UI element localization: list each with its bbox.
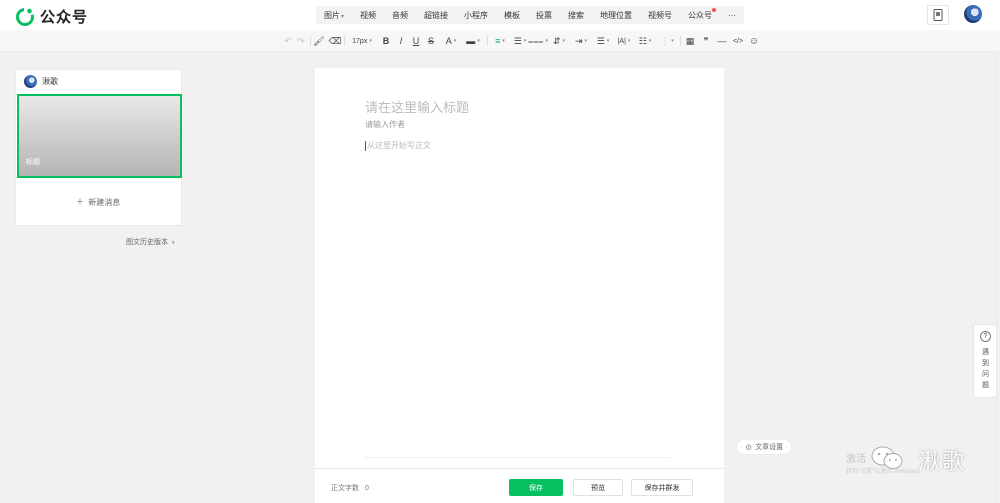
history-versions-link[interactable]: 图文历史版本 ▾: [126, 237, 175, 247]
chevron-down-icon: ▾: [369, 38, 372, 44]
clear-format-icon[interactable]: ⌫: [329, 34, 342, 48]
background-color-button[interactable]: ▬ ▾: [465, 34, 481, 48]
author-input[interactable]: 请输入作者: [365, 119, 405, 130]
underline-button[interactable]: U: [412, 34, 420, 48]
article-cover-card[interactable]: 标题: [17, 94, 182, 178]
align-button[interactable]: ≡ ▾: [493, 34, 507, 48]
insert-official-account[interactable]: 公众号: [680, 7, 720, 21]
save-button[interactable]: 保存: [509, 479, 563, 496]
preview-button[interactable]: 预览: [573, 479, 623, 496]
paragraph-format-button[interactable]: ☰ ▾: [596, 34, 610, 48]
format-painter-icon[interactable]: 🖌: [313, 34, 324, 48]
strikethrough-button[interactable]: S: [427, 34, 435, 48]
indent-button[interactable]: ☰ ▾: [513, 34, 527, 48]
chevron-down-icon: ▾: [477, 38, 480, 44]
redo-icon[interactable]: ↷: [296, 34, 306, 48]
windows-activation-text: 激活: [846, 454, 866, 465]
toolbar-divider: [310, 36, 311, 46]
brand-name: 公众号: [40, 9, 89, 26]
chevron-down-icon: ▾: [584, 38, 588, 44]
horizontal-rule-icon[interactable]: —: [717, 34, 727, 48]
more-menu-button[interactable]: ···: [720, 11, 744, 20]
body-editor[interactable]: 从这里开始写正文: [365, 140, 431, 151]
insert-video[interactable]: 视频: [352, 10, 384, 21]
unordered-list-button[interactable]: ☷ ▾: [638, 34, 652, 48]
user-avatar[interactable]: [964, 5, 982, 23]
insert-template[interactable]: 模板: [496, 10, 528, 21]
code-icon[interactable]: </>: [732, 34, 744, 48]
letter-spacing-button[interactable]: |A| ▾: [616, 34, 632, 48]
toolbar-divider: [680, 36, 681, 46]
help-widget[interactable]: ? 遇到问题: [973, 324, 997, 398]
cover-title: 标题: [26, 159, 40, 166]
bold-button[interactable]: B: [382, 34, 390, 48]
mobile-preview-button[interactable]: [927, 5, 949, 25]
account-name: 湫歌: [42, 77, 58, 86]
ordered-list-button[interactable]: ⋮ ▾: [660, 34, 674, 48]
quote-icon[interactable]: ❞: [701, 34, 711, 48]
account-avatar: [24, 75, 37, 88]
phone-icon: [933, 9, 943, 21]
new-message-label: 新建消息: [88, 197, 121, 207]
insert-audio[interactable]: 音频: [384, 10, 416, 21]
chevron-down-icon: ▾: [172, 240, 175, 246]
body-placeholder: 从这里开始写正文: [367, 141, 431, 150]
insert-media-group: 图片▾ 视频 音频: [316, 6, 417, 24]
chevron-down-icon: ▾: [648, 38, 652, 44]
article-settings-button[interactable]: ⚙ 文章设置: [736, 439, 793, 455]
chevron-down-icon: ▾: [627, 38, 631, 44]
insert-hyperlink[interactable]: 超链接: [416, 10, 456, 21]
question-icon: ?: [980, 331, 991, 342]
insert-content-group: 超链接 小程序 模板 投票 搜索 地理位置 视频号 公众号 ···: [416, 6, 744, 24]
chevron-down-icon: ▾: [523, 38, 527, 44]
line-height-button[interactable]: ⩶ ▾: [528, 34, 548, 48]
italic-button[interactable]: I: [397, 34, 405, 48]
editor-footer: 正文字数 0 保存 预览 保存并群发: [315, 468, 724, 503]
wechat-watermark-icon: [871, 446, 903, 469]
wechat-mp-logo-icon: [16, 6, 34, 26]
scrollbar-track[interactable]: [996, 53, 997, 503]
insert-channels[interactable]: 视频号: [640, 10, 680, 21]
paragraph-spacing-button[interactable]: ⇵ ▾: [552, 34, 566, 48]
word-count: 正文字数 0: [331, 485, 369, 492]
help-label: 遇到问题: [982, 349, 989, 389]
new-message-button[interactable]: + 新建消息: [16, 196, 181, 208]
toolbar-divider: [487, 36, 488, 46]
settings-icon: ⚙: [745, 442, 753, 452]
first-line-indent-button[interactable]: ⇥ ▾: [574, 34, 588, 48]
chevron-down-icon: ▾: [606, 38, 610, 44]
chevron-down-icon: ▾: [562, 38, 566, 44]
chevron-down-icon: ▾: [502, 38, 505, 44]
content-divider: [365, 457, 671, 458]
brand-logo[interactable]: 公众号: [15, 6, 88, 27]
chevron-down-icon: ▾: [545, 38, 548, 44]
insert-search[interactable]: 搜索: [560, 10, 592, 21]
chevron-down-icon: ▾: [453, 38, 457, 44]
format-toolbar: ↶ ↷ 🖌 ⌫ 17px ▾ B I U S A ▾ ▬ ▾ ≡ ▾ ☰ ▾ ⩶ ▾ ⇵ ▾ …: [0, 30, 1000, 52]
undo-icon[interactable]: ↶: [283, 34, 293, 48]
plus-icon: +: [76, 196, 84, 208]
article-list-panel: 湫歌 标题 + 新建消息: [15, 69, 182, 226]
chevron-down-icon: ▾: [671, 38, 674, 44]
account-header: 湫歌: [24, 75, 58, 88]
chevron-down-icon: ▾: [341, 13, 345, 20]
font-size-select[interactable]: 17px ▾: [350, 34, 374, 48]
new-badge: [712, 7, 716, 12]
save-publish-button[interactable]: 保存并群发: [631, 479, 693, 496]
watermark-name: 湫歌: [918, 450, 967, 475]
font-color-button[interactable]: A ▾: [444, 34, 458, 48]
table-icon[interactable]: ▦: [685, 34, 695, 48]
insert-image-menu[interactable]: 图片▾: [316, 10, 352, 21]
top-bar: 公众号 图片▾ 视频 音频 超链接 小程序 模板 投票 搜索 地理位置 视频号 …: [0, 0, 1000, 30]
editor-canvas: 请在这里输入标题 请输入作者 从这里开始写正文 正文字数 0 保存 预览 保存并群…: [315, 68, 724, 503]
text-cursor: [365, 140, 366, 151]
insert-miniprogram[interactable]: 小程序: [456, 10, 496, 21]
insert-vote[interactable]: 投票: [528, 10, 560, 21]
insert-location[interactable]: 地理位置: [592, 10, 640, 21]
emoji-icon[interactable]: ☺: [749, 34, 759, 48]
title-input[interactable]: 请在这里输入标题: [365, 97, 469, 116]
toolbar-divider: [344, 36, 345, 46]
